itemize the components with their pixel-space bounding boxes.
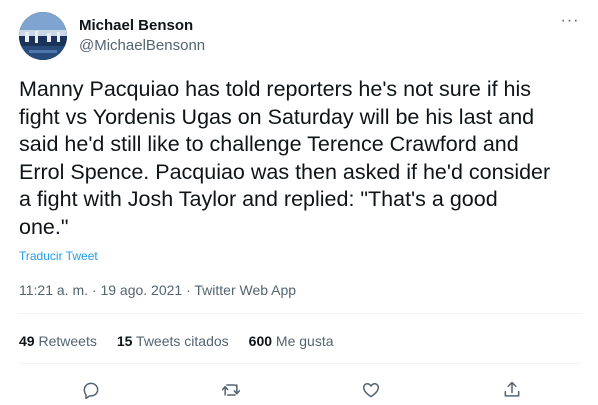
tweet-header: Michael Benson @MichaelBensonn ··· xyxy=(19,12,581,64)
tweet-text: Manny Pacquiao has told reporters he's n… xyxy=(19,77,551,239)
likes-count: 600 xyxy=(248,333,273,349)
retweets-stat[interactable]: 49 Retweets xyxy=(19,332,97,350)
author-names: Michael Benson @MichaelBensonn xyxy=(79,16,205,56)
share-button[interactable] xyxy=(500,378,524,402)
like-button[interactable] xyxy=(359,378,383,402)
tweet-timestamp[interactable]: 11:21 a. m. · 19 ago. 2021 · Twitter Web… xyxy=(19,281,296,299)
retweet-icon xyxy=(221,384,241,396)
username-handle[interactable]: @MichaelBensonn xyxy=(79,36,205,56)
retweet-button[interactable] xyxy=(219,378,243,402)
quote-tweets-label: Tweets citados xyxy=(136,333,229,349)
reply-button[interactable] xyxy=(79,378,103,402)
divider xyxy=(19,363,581,364)
likes-stat[interactable]: 600 Me gusta xyxy=(249,332,334,350)
more-options-icon[interactable]: ··· xyxy=(559,13,581,34)
avatar[interactable] xyxy=(19,12,67,60)
likes-label: Me gusta xyxy=(275,333,334,349)
translate-tweet-link[interactable]: Traducir Tweet xyxy=(19,248,98,264)
like-icon xyxy=(362,383,380,398)
retweets-label: Retweets xyxy=(38,333,97,349)
reply-icon xyxy=(83,382,99,400)
tweet: Michael Benson @MichaelBensonn ··· Manny… xyxy=(0,0,598,405)
tweet-actions xyxy=(0,378,598,404)
display-name[interactable]: Michael Benson xyxy=(79,16,205,36)
divider xyxy=(19,313,581,314)
quote-tweets-count: 15 xyxy=(116,333,133,349)
retweets-count: 49 xyxy=(19,333,35,349)
tweet-stats: 49 Retweets 15 Tweets citados 600 Me gus… xyxy=(19,332,354,350)
quote-tweets-stat[interactable]: 15 Tweets citados xyxy=(117,332,229,350)
share-icon xyxy=(504,381,520,397)
avatar-image xyxy=(19,12,67,60)
